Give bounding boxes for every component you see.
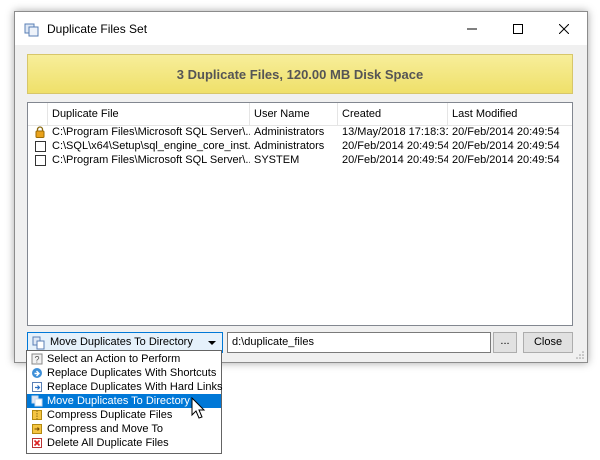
dropdown-item-select-action[interactable]: ? Select an Action to Perform bbox=[27, 352, 221, 366]
row-checkbox[interactable] bbox=[35, 155, 46, 166]
table-row[interactable]: C:\Program Files\Microsoft SQL Server\..… bbox=[28, 125, 572, 139]
delete-icon bbox=[32, 438, 42, 448]
window-title: Duplicate Files Set bbox=[47, 22, 148, 36]
column-header-file[interactable]: Duplicate File bbox=[48, 103, 250, 125]
question-icon: ? bbox=[31, 353, 43, 365]
dropdown-item-compress-move[interactable]: Compress and Move To bbox=[27, 422, 221, 436]
column-header-created[interactable]: Created bbox=[338, 103, 448, 125]
minimize-icon bbox=[467, 28, 477, 29]
dropdown-item-delete[interactable]: Delete All Duplicate Files bbox=[27, 436, 221, 450]
close-button[interactable]: Close bbox=[523, 332, 573, 353]
hard-link-icon bbox=[32, 382, 42, 392]
browse-button[interactable]: ... bbox=[493, 332, 517, 353]
duplicate-files-window: Duplicate Files Set 3 Duplicate Files, 1… bbox=[14, 11, 588, 363]
cell-user: SYSTEM bbox=[254, 154, 300, 166]
column-header-modified[interactable]: Last Modified bbox=[448, 103, 572, 125]
cell-user: Administrators bbox=[254, 140, 325, 152]
maximize-button[interactable] bbox=[495, 12, 541, 45]
compress-move-icon bbox=[32, 424, 42, 434]
chevron-down-icon bbox=[208, 341, 216, 345]
table-row[interactable]: C:\SQL\x64\Setup\sql_engine_core_inst...… bbox=[28, 139, 572, 153]
close-icon bbox=[559, 23, 569, 34]
duplicate-files-list[interactable]: Duplicate File User Name Created Last Mo… bbox=[27, 102, 573, 326]
shortcut-icon bbox=[32, 368, 42, 378]
list-header: Duplicate File User Name Created Last Mo… bbox=[28, 103, 572, 126]
cell-file: C:\SQL\x64\Setup\sql_engine_core_inst... bbox=[52, 140, 250, 152]
target-directory-input[interactable]: d:\duplicate_files bbox=[227, 332, 491, 353]
mouse-cursor-icon bbox=[191, 397, 206, 419]
lock-icon bbox=[35, 126, 45, 138]
column-header-icon bbox=[28, 103, 48, 125]
minimize-button[interactable] bbox=[449, 12, 495, 45]
cell-modified: 20/Feb/2014 20:49:54 bbox=[452, 126, 560, 138]
summary-banner: 3 Duplicate Files, 120.00 MB Disk Space bbox=[27, 54, 573, 94]
cell-created: 13/May/2018 17:18:31 bbox=[342, 126, 448, 138]
compress-icon bbox=[32, 410, 42, 420]
dropdown-item-hard-links[interactable]: Replace Duplicates With Hard Links bbox=[27, 380, 222, 394]
close-window-button[interactable] bbox=[541, 12, 587, 45]
app-icon bbox=[24, 23, 39, 37]
maximize-icon bbox=[513, 23, 523, 34]
cell-created: 20/Feb/2014 20:49:54 bbox=[342, 140, 448, 152]
svg-text:?: ? bbox=[34, 355, 39, 365]
move-icon bbox=[31, 395, 43, 407]
row-checkbox[interactable] bbox=[35, 141, 46, 152]
resize-grip-icon[interactable] bbox=[575, 350, 585, 360]
title-bar[interactable]: Duplicate Files Set bbox=[15, 12, 587, 45]
cell-modified: 20/Feb/2014 20:49:54 bbox=[452, 154, 560, 166]
cell-modified: 20/Feb/2014 20:49:54 bbox=[452, 140, 560, 152]
dropdown-item-shortcuts[interactable]: Replace Duplicates With Shortcuts bbox=[27, 366, 221, 380]
column-header-user[interactable]: User Name bbox=[250, 103, 338, 125]
move-icon bbox=[32, 336, 45, 350]
table-row[interactable]: C:\Program Files\Microsoft SQL Server\..… bbox=[28, 153, 572, 167]
cell-file: C:\Program Files\Microsoft SQL Server\..… bbox=[52, 126, 250, 138]
cell-file: C:\Program Files\Microsoft SQL Server\..… bbox=[52, 154, 250, 166]
cell-user: Administrators bbox=[254, 126, 325, 138]
cell-created: 20/Feb/2014 20:49:54 bbox=[342, 154, 448, 166]
